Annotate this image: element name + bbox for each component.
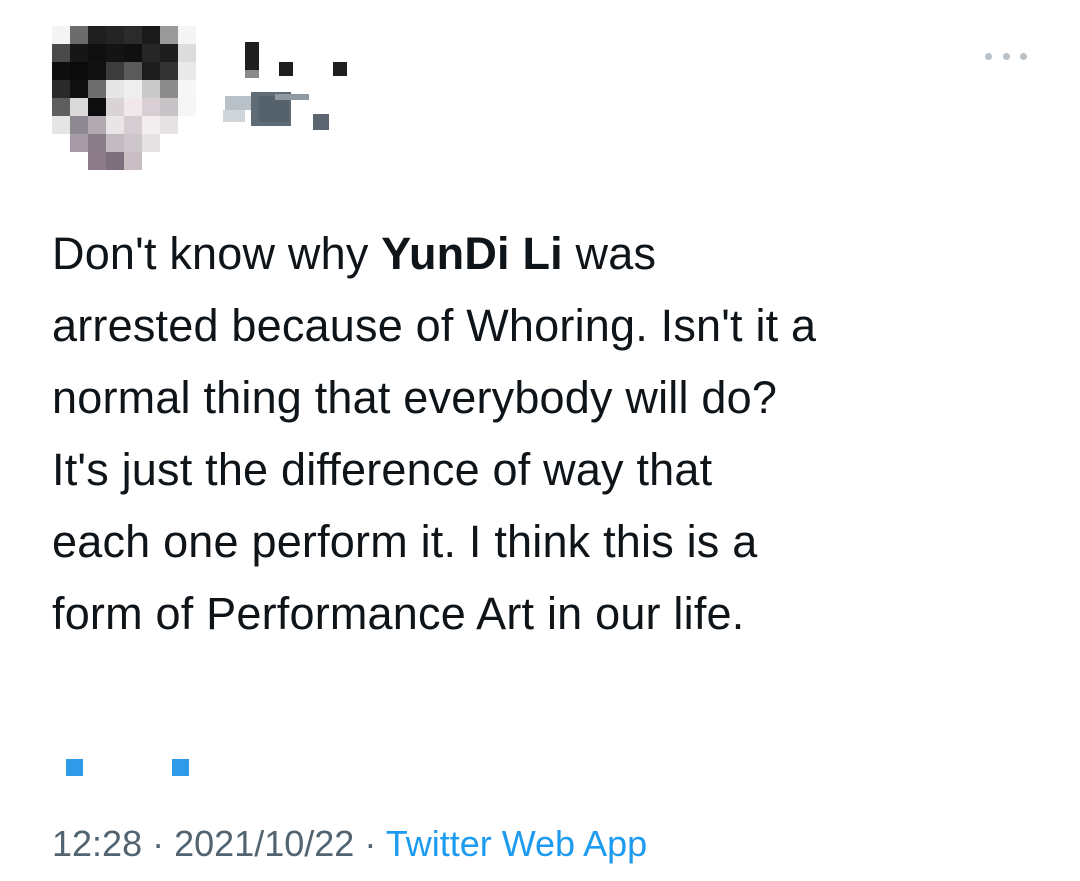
avatar-pixel (106, 98, 124, 116)
more-dot-icon (1002, 52, 1010, 60)
avatar-pixel (52, 44, 70, 62)
more-options-button[interactable] (982, 44, 1030, 68)
avatar-pixel (124, 62, 142, 80)
avatar-pixel (70, 62, 88, 80)
meta-separator: · (364, 823, 377, 864)
avatar-pixel (88, 152, 106, 170)
avatar-pixel (142, 116, 160, 134)
avatar-pixel (106, 80, 124, 98)
tweet-text-line-4: It's just the difference of way that (52, 444, 713, 495)
avatar-pixel (142, 44, 160, 62)
avatar-pixel (160, 80, 178, 98)
avatar-pixel (70, 116, 88, 134)
avatar-pixel (52, 26, 70, 44)
tweet-meta: 12:28 · 2021/10/22 · Twitter Web App (52, 818, 647, 870)
avatar-pixel (160, 134, 178, 152)
avatar-pixel (142, 80, 160, 98)
more-dot-icon (985, 52, 992, 60)
avatar-pixel (88, 134, 106, 152)
name-pixel (333, 62, 347, 76)
avatar-pixel (70, 152, 88, 170)
avatar-pixel (88, 44, 106, 62)
tweet-text-bold-name: YunDi Li (381, 228, 563, 279)
name-pixel (245, 70, 259, 78)
avatar-pixel (124, 134, 142, 152)
avatar-pixel (70, 98, 88, 116)
avatar-pixel (88, 62, 106, 80)
avatar-pixel (106, 62, 124, 80)
name-pixel (279, 62, 293, 76)
avatar-pixel (178, 62, 196, 80)
avatar-pixel (70, 26, 88, 44)
avatar-pixel (106, 134, 124, 152)
avatar-pixel (106, 116, 124, 134)
avatar-pixel (52, 134, 70, 152)
avatar-pixel (160, 44, 178, 62)
avatar-pixel (178, 26, 196, 44)
tweet-text-line-2: arrested because of Whoring. Isn't it a (52, 300, 817, 351)
tweet-text-line-6: form of Performance Art in our life. (52, 588, 745, 639)
tweet-date[interactable]: 2021/10/22 (174, 823, 354, 864)
author-name-obscured[interactable] (215, 40, 355, 150)
tweet-time[interactable]: 12:28 (52, 823, 142, 864)
avatar-pixel (160, 152, 178, 170)
avatar-pixel (160, 62, 178, 80)
avatar-pixel (178, 134, 196, 152)
avatar-pixel (52, 98, 70, 116)
avatar-pixel (124, 44, 142, 62)
avatar-pixel (178, 152, 196, 170)
avatar-pixel (88, 116, 106, 134)
tweet-card: Don't know why YunDi Li was arrested bec… (0, 0, 1080, 881)
avatar-pixel (70, 134, 88, 152)
avatar-pixel (160, 98, 178, 116)
tweet-text-segment: Don't know why (52, 228, 382, 279)
avatar-pixel (88, 26, 106, 44)
avatar-pixel (52, 152, 70, 170)
avatar-pixel (124, 26, 142, 44)
avatar-pixel (124, 152, 142, 170)
more-dot-icon (1020, 52, 1027, 60)
name-pixel (313, 114, 329, 130)
tweet-text-line-1: Don't know why YunDi Li was (52, 218, 1052, 290)
avatar-pixel (160, 26, 178, 44)
obscured-link-pixel (172, 759, 189, 776)
avatar-pixel (124, 116, 142, 134)
avatar-pixel (178, 116, 196, 134)
tweet-text-line-3: normal thing that everybody will do? (52, 372, 778, 423)
avatar-pixel (160, 116, 178, 134)
avatar-pixel (142, 152, 160, 170)
avatar[interactable] (52, 26, 196, 170)
meta-separator: · (152, 823, 165, 864)
avatar-pixel (178, 44, 196, 62)
translate-tweet-link-obscured[interactable] (66, 759, 196, 779)
avatar-pixel (124, 98, 142, 116)
avatar-pixel (70, 80, 88, 98)
avatar-pixel (142, 62, 160, 80)
avatar-pixel (106, 152, 124, 170)
avatar-pixel (106, 26, 124, 44)
avatar-pixel (142, 98, 160, 116)
tweet-text-segment: was (562, 228, 657, 279)
name-pixel (245, 42, 259, 70)
tweet-text: Don't know why YunDi Li was arrested bec… (52, 218, 1052, 650)
avatar-pixel (88, 80, 106, 98)
tweet-source-link[interactable]: Twitter Web App (386, 823, 647, 864)
avatar-pixel (52, 80, 70, 98)
avatar-pixel (52, 62, 70, 80)
name-pixel (225, 96, 253, 110)
tweet-text-line-5: each one perform it. I think this is a (52, 516, 758, 567)
avatar-pixel (106, 44, 124, 62)
avatar-pixel (70, 44, 88, 62)
avatar-pixel (124, 80, 142, 98)
avatar-pixel (88, 98, 106, 116)
avatar-pixel (142, 134, 160, 152)
name-pixel (223, 110, 245, 122)
avatar-pixel (178, 98, 196, 116)
avatar-pixel (178, 80, 196, 98)
avatar-pixel (142, 26, 160, 44)
avatar-pixel (52, 116, 70, 134)
name-pixel (275, 94, 309, 100)
obscured-link-pixel (66, 759, 83, 776)
